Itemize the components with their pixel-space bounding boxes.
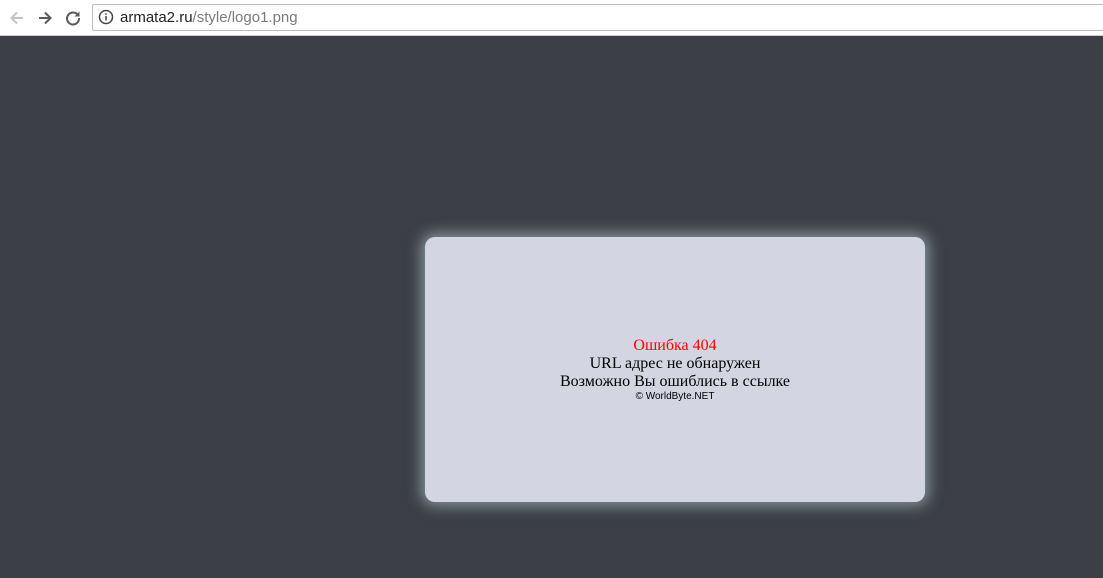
error-message-line1: URL адрес не обнаружен — [589, 354, 761, 372]
error-message-line2: Возможно Вы ошиблись в ссылке — [559, 372, 791, 390]
address-bar[interactable]: armata2.ru/style/logo1.png — [92, 4, 1103, 31]
info-icon[interactable] — [98, 9, 114, 25]
reload-icon — [66, 11, 81, 26]
error-card: Ошибка 404 URL адрес не обнаружен Возмож… — [425, 237, 925, 502]
forward-arrow-icon — [39, 11, 52, 25]
back-arrow-icon — [10, 11, 23, 25]
page-viewport: Ошибка 404 URL адрес не обнаружен Возмож… — [0, 36, 1103, 578]
browser-toolbar: armata2.ru/style/logo1.png — [0, 0, 1103, 36]
url-host: armata2.ru — [120, 9, 193, 26]
forward-button[interactable] — [33, 6, 57, 30]
copyright-text: © WorldByte.NET — [635, 390, 715, 402]
reload-button[interactable] — [61, 6, 85, 30]
back-button[interactable] — [5, 6, 29, 30]
error-title: Ошибка 404 — [633, 336, 717, 354]
url-text: armata2.ru/style/logo1.png — [120, 9, 298, 27]
url-path: /style/logo1.png — [192, 9, 298, 26]
